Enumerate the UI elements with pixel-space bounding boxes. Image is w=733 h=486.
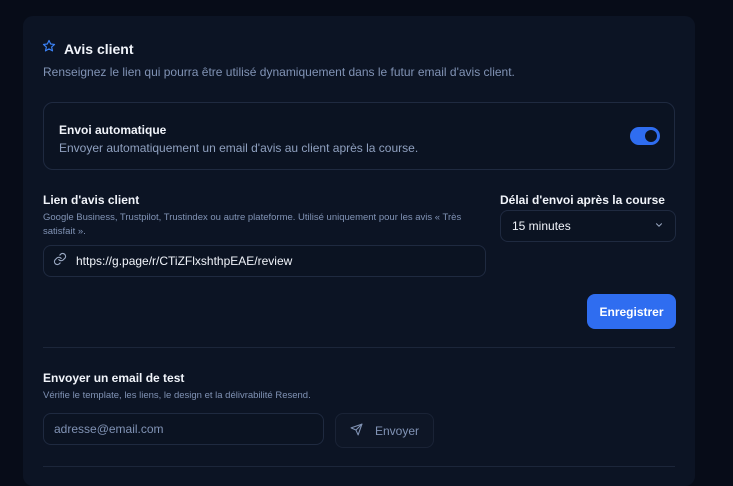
link-icon <box>53 252 67 271</box>
review-link-help: Google Business, Trustpilot, Trustindex … <box>43 212 462 237</box>
test-email-label: Envoyer un email de test <box>43 371 185 385</box>
auto-send-panel: Envoi automatique Envoyer automatiquemen… <box>43 102 675 170</box>
send-button-label: Envoyer <box>374 423 420 438</box>
auto-send-toggle[interactable] <box>630 127 660 145</box>
delay-select[interactable]: 15 minutes <box>500 210 676 242</box>
send-icon <box>350 423 363 439</box>
auto-send-title: Envoi automatique <box>59 123 167 137</box>
delay-selected-value: 15 minutes <box>512 219 571 233</box>
bottom-divider <box>43 466 675 467</box>
toggle-knob <box>645 130 657 142</box>
section-subtitle: Renseignez le lien qui pourra être utili… <box>43 65 515 79</box>
section-divider <box>43 347 675 348</box>
delay-label: Délai d'envoi après la course <box>500 193 665 207</box>
section-title: Avis client <box>64 40 134 57</box>
test-email-input[interactable] <box>43 413 324 445</box>
auto-send-description: Envoyer automatiquement un email d'avis … <box>59 141 419 155</box>
send-test-button[interactable]: Envoyer <box>335 413 434 448</box>
review-settings-card: Avis client Renseignez le lien qui pourr… <box>23 16 695 486</box>
review-link-input[interactable]: https://g.page/r/CTiZFlxshthpEAE/review <box>43 245 486 277</box>
chevron-down-icon <box>654 217 664 235</box>
section-header: Avis client <box>42 39 134 58</box>
test-email-help: Vérifie le template, les liens, le desig… <box>43 390 311 401</box>
review-link-label: Lien d'avis client <box>43 193 140 207</box>
star-icon <box>42 39 56 58</box>
review-link-value: https://g.page/r/CTiZFlxshthpEAE/review <box>76 254 293 268</box>
save-button[interactable]: Enregistrer <box>587 294 676 329</box>
